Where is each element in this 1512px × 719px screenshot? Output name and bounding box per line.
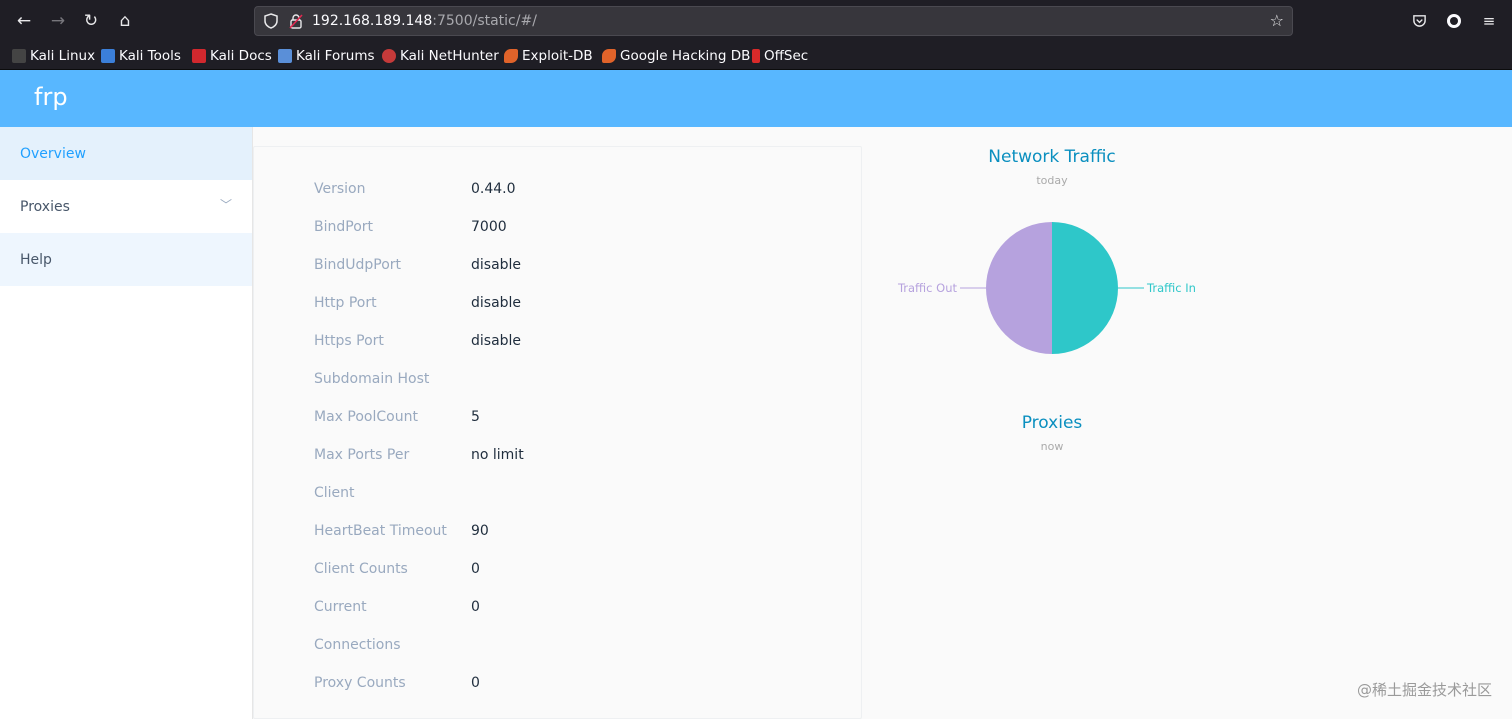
- offsec-icon: [752, 49, 760, 63]
- sidebar: Overview Proxies ﹀ Help: [0, 127, 253, 719]
- proxies-chart-title: Proxies: [1021, 413, 1083, 433]
- info-value: 0: [471, 599, 480, 615]
- home-icon[interactable]: ⌂: [113, 9, 137, 33]
- info-key: Max PoolCount: [314, 409, 418, 425]
- bookmark-label: Kali Linux: [30, 48, 96, 64]
- insecure-lock-icon[interactable]: [288, 13, 304, 29]
- bookmark-label: Kali Docs: [210, 48, 272, 64]
- pie-slice-traffic-in[interactable]: [1052, 222, 1118, 354]
- traffic-pie-chart[interactable]: Traffic In Traffic Out: [862, 202, 1282, 402]
- bookmarks-bar: Kali Linux Kali Tools Kali Docs Kali For…: [0, 42, 1512, 70]
- info-value: 7000: [471, 219, 507, 235]
- info-value: 90: [471, 523, 489, 539]
- url-host: 192.168.189.148: [312, 13, 433, 29]
- url-path: :7500/static/#/: [432, 13, 537, 29]
- bookmark-label: Exploit-DB: [522, 48, 593, 64]
- kali-docs-icon: [192, 49, 206, 63]
- sidebar-item-label: Help: [20, 252, 52, 268]
- info-value: no limit: [471, 447, 524, 463]
- sidebar-item-label: Proxies: [20, 199, 70, 215]
- info-key: Current: [314, 599, 367, 615]
- info-value: disable: [471, 333, 522, 349]
- pie-label-traffic-out: Traffic Out: [897, 281, 958, 295]
- pie-label-traffic-in: Traffic In: [1146, 281, 1196, 295]
- menu-icon[interactable]: ≡: [1478, 10, 1500, 32]
- kali-tools-icon: [101, 49, 115, 63]
- traffic-chart-subtitle: today: [1036, 174, 1068, 187]
- sidebar-item-help[interactable]: Help: [0, 233, 252, 286]
- back-icon[interactable]: ←: [12, 9, 36, 33]
- reload-icon[interactable]: ↻: [79, 9, 103, 33]
- bookmark-kali-nethunter[interactable]: Kali NetHunter: [382, 46, 499, 66]
- info-key: Client Counts: [314, 561, 408, 577]
- sidebar-item-overview[interactable]: Overview: [0, 127, 252, 180]
- server-info-card: Version 0.44.0 BindPort 7000 BindUdpPort di…: [253, 146, 862, 719]
- bookmark-label: Kali NetHunter: [400, 48, 499, 64]
- info-key: Connections: [314, 637, 401, 653]
- bookmark-google-hacking-db[interactable]: Google Hacking DB: [602, 46, 750, 66]
- nethunter-icon: [382, 49, 396, 63]
- info-value: 0: [471, 561, 480, 577]
- bookmark-kali-docs[interactable]: Kali Docs: [192, 46, 272, 66]
- bookmark-kali-linux[interactable]: Kali Linux: [12, 46, 95, 66]
- bookmark-label: Kali Forums: [296, 48, 375, 64]
- shield-icon[interactable]: [263, 13, 279, 29]
- traffic-chart-title: Network Traffic: [988, 147, 1116, 167]
- kali-forums-icon: [278, 49, 292, 63]
- exploit-db-icon: [504, 49, 518, 63]
- info-value: disable: [471, 257, 522, 273]
- bookmark-kali-forums[interactable]: Kali Forums: [278, 46, 375, 66]
- info-key: Version: [314, 181, 366, 197]
- url-bar[interactable]: 192.168.189.148:7500/static/#/ ☆: [254, 6, 1293, 36]
- bookmark-label: OffSec: [764, 48, 809, 64]
- info-key: Client: [314, 485, 355, 501]
- bookmark-kali-tools[interactable]: Kali Tools: [101, 46, 181, 66]
- chevron-down-icon: ﹀: [219, 198, 232, 212]
- url-text: 192.168.189.148:7500/static/#/: [312, 13, 537, 29]
- bookmark-exploit-db[interactable]: Exploit-DB: [504, 46, 593, 66]
- info-value: 5: [471, 409, 480, 425]
- info-key: Max Ports Per: [314, 447, 410, 463]
- sidebar-item-proxies[interactable]: Proxies ﹀: [0, 180, 252, 233]
- bookmark-star-icon[interactable]: ☆: [1270, 11, 1284, 30]
- account-icon[interactable]: [1443, 10, 1465, 32]
- pocket-icon[interactable]: [1408, 10, 1430, 32]
- info-value: disable: [471, 295, 522, 311]
- info-key: BindPort: [314, 219, 374, 235]
- info-key: HeartBeat Timeout: [314, 523, 447, 539]
- bookmark-offsec[interactable]: OffSec: [752, 46, 808, 66]
- info-value: 0.44.0: [471, 181, 516, 197]
- info-key: Proxy Counts: [314, 675, 406, 691]
- info-value: 0: [471, 675, 480, 691]
- watermark-text: @稀土掘金技术社区: [1356, 681, 1492, 699]
- info-key: BindUdpPort: [314, 257, 402, 273]
- app-header: frp: [0, 70, 1512, 127]
- pie-slice-traffic-out[interactable]: [986, 222, 1052, 354]
- browser-toolbar: ← → ↻ ⌂ 192.168.189.148:7500/static/#/ ☆…: [0, 0, 1512, 42]
- charts-panel: Network Traffic today Traffic In Traffic …: [862, 127, 1512, 719]
- info-key: Subdomain Host: [314, 371, 430, 387]
- proxies-chart-subtitle: now: [1040, 440, 1064, 453]
- bookmark-label: Google Hacking DB: [620, 48, 751, 64]
- info-key: Http Port: [314, 295, 377, 311]
- forward-icon[interactable]: →: [46, 9, 70, 33]
- kali-icon: [12, 49, 26, 63]
- brand-title[interactable]: frp: [34, 83, 68, 111]
- sidebar-item-label: Overview: [20, 146, 86, 162]
- bookmark-label: Kali Tools: [119, 48, 181, 64]
- ghdb-icon: [602, 49, 616, 63]
- info-key: Https Port: [314, 333, 384, 349]
